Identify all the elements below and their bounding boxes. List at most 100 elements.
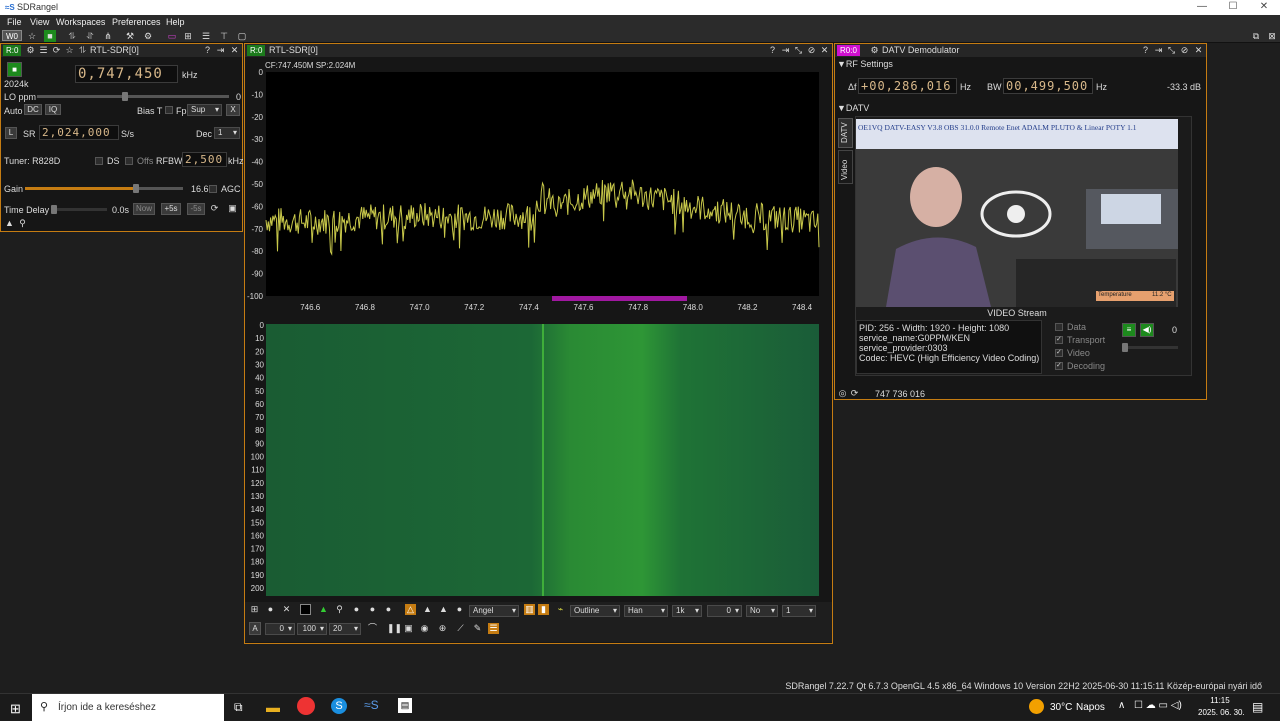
gain-knob[interactable]: [132, 184, 139, 193]
start-stop-button[interactable]: ■: [7, 62, 22, 77]
target-icon[interactable]: ◎: [837, 388, 848, 399]
rfbw-input[interactable]: 2,500: [182, 152, 227, 167]
dec-combo[interactable]: 1: [214, 127, 240, 139]
data-checkbox[interactable]: [1055, 323, 1063, 331]
audio-volume-knob[interactable]: [1122, 343, 1128, 352]
search-box[interactable]: ⚲ Írjon ide a kereséshez: [32, 694, 224, 721]
decoding-checkbox[interactable]: ✓: [1055, 362, 1063, 370]
lo-ppm-slider[interactable]: [37, 92, 229, 101]
tab-video[interactable]: Video: [838, 150, 853, 184]
dot1-icon[interactable]: ●: [351, 604, 362, 615]
file-explorer-icon[interactable]: ▬: [266, 699, 280, 715]
workspace-tag[interactable]: W0: [2, 30, 22, 41]
refresh-icon[interactable]: ⟳: [849, 388, 860, 399]
ratio-combo[interactable]: 1: [782, 605, 816, 617]
video-play-button[interactable]: ≡: [1122, 323, 1136, 337]
avg-spinbox[interactable]: 0: [707, 605, 742, 617]
dock-icon[interactable]: ⇥: [1153, 45, 1164, 56]
close-button[interactable]: ✕: [1254, 1, 1274, 13]
restore-workspace-icon[interactable]: ⧉: [1250, 30, 1262, 42]
network-icon[interactable]: ⚲: [17, 218, 28, 229]
reload-icon[interactable]: ⟳: [51, 45, 62, 56]
refresh-icon[interactable]: ⟳: [209, 203, 220, 214]
peak-icon[interactable]: ▲: [318, 604, 329, 615]
fullscreen-icon[interactable]: ▢: [236, 30, 248, 42]
mode-combo[interactable]: Outline: [570, 605, 620, 617]
dock-icon[interactable]: ⇥: [215, 45, 226, 56]
fft-size-combo[interactable]: 1k: [672, 605, 702, 617]
cross-icon[interactable]: ✕: [281, 604, 292, 615]
center-frequency[interactable]: 0,747,450: [75, 65, 178, 83]
time-delay-slider[interactable]: [51, 205, 107, 214]
gain-slider[interactable]: [25, 184, 183, 193]
no-combo[interactable]: No: [746, 605, 778, 617]
audio-button[interactable]: ◀): [1140, 323, 1154, 337]
dc-button[interactable]: DC: [24, 104, 42, 115]
broadcast-icon[interactable]: ◉: [419, 623, 430, 634]
triangle-up-icon[interactable]: ▲: [4, 218, 15, 229]
waterfall-toggle-icon[interactable]: ▥: [524, 604, 535, 615]
marker-icon[interactable]: ▲: [422, 604, 433, 615]
menu-file[interactable]: File: [7, 17, 22, 27]
sample-rate-input[interactable]: 2,024,000: [39, 125, 119, 140]
minus5s-button[interactable]: -5s: [187, 203, 205, 215]
close-icon[interactable]: ✕: [229, 45, 240, 56]
datv-section[interactable]: ▼DATV: [837, 103, 869, 113]
agc-checkbox[interactable]: [209, 185, 217, 193]
stack-icon[interactable]: ☰: [200, 30, 212, 42]
lo-ppm-knob[interactable]: [122, 92, 128, 101]
target-icon[interactable]: ⊕: [437, 623, 448, 634]
circle-icon[interactable]: ●: [265, 604, 276, 615]
save-icon[interactable]: ▣: [403, 623, 414, 634]
step-combo[interactable]: 20: [329, 623, 361, 635]
grid-icon[interactable]: ⊞: [249, 604, 260, 615]
fft-window-combo[interactable]: Han: [624, 605, 668, 617]
help-icon[interactable]: ?: [202, 45, 213, 56]
time-delay-knob[interactable]: [51, 205, 57, 214]
tray-chevron-icon[interactable]: ∧: [1118, 700, 1125, 711]
menu-preferences[interactable]: Preferences: [112, 17, 161, 27]
maximize-button[interactable]: ☐: [1223, 1, 1243, 13]
sup-combo[interactable]: Sup: [187, 104, 222, 116]
marker2-icon[interactable]: ▲: [438, 604, 449, 615]
save-icon[interactable]: ▣: [227, 203, 238, 214]
antenna-icon[interactable]: ⚲: [334, 604, 345, 615]
mimo-add-icon[interactable]: ⋔: [102, 30, 114, 42]
ds-checkbox[interactable]: [95, 157, 103, 165]
minimize-button[interactable]: —: [1192, 1, 1212, 13]
offs-checkbox[interactable]: [125, 157, 133, 165]
tray-icons[interactable]: ☐ ☁ ▭ ◁): [1134, 700, 1182, 711]
layout-icon[interactable]: ▭: [166, 30, 178, 42]
tab-datv[interactable]: DATV: [838, 118, 853, 148]
range-spinbox[interactable]: 100: [297, 623, 327, 635]
bw-input[interactable]: 00,499,500: [1003, 78, 1093, 94]
dot3-icon[interactable]: ●: [383, 604, 394, 615]
sliders-icon[interactable]: ☰: [38, 45, 49, 56]
menu-help[interactable]: Help: [166, 17, 185, 27]
feature-add-icon[interactable]: ⚒: [124, 30, 136, 42]
warn-icon[interactable]: △: [405, 604, 416, 615]
a-button[interactable]: A: [249, 622, 261, 635]
close-icon[interactable]: ✕: [1193, 45, 1204, 56]
ref-level-spinbox[interactable]: 0: [265, 623, 295, 635]
help-icon[interactable]: ?: [1140, 45, 1151, 56]
star-icon[interactable]: ☆: [26, 30, 38, 42]
skype-icon[interactable]: S: [331, 698, 347, 714]
channel-marker[interactable]: [552, 296, 687, 301]
curve-icon[interactable]: ⌒: [367, 623, 378, 634]
gear-icon[interactable]: ⚙: [869, 45, 880, 56]
plus5s-button[interactable]: +5s: [161, 203, 181, 215]
clapper-icon[interactable]: ▤: [398, 698, 412, 713]
pen-icon[interactable]: ✎: [472, 623, 483, 634]
x-button[interactable]: X: [226, 104, 240, 116]
rf-settings-section[interactable]: ▼RF Settings: [837, 59, 893, 69]
tile-icon[interactable]: ⊞: [182, 30, 194, 42]
task-view-icon[interactable]: ⧉: [234, 700, 243, 715]
now-button[interactable]: Now: [133, 203, 155, 215]
audio-volume-slider[interactable]: [1122, 343, 1178, 352]
star-icon[interactable]: ☆: [64, 45, 75, 56]
video-checkbox[interactable]: ✓: [1055, 349, 1063, 357]
bar-icon[interactable]: ▮: [538, 604, 549, 615]
delta-f-input[interactable]: +00,286,016: [858, 78, 957, 94]
dock-icon[interactable]: ⇥: [780, 45, 791, 56]
